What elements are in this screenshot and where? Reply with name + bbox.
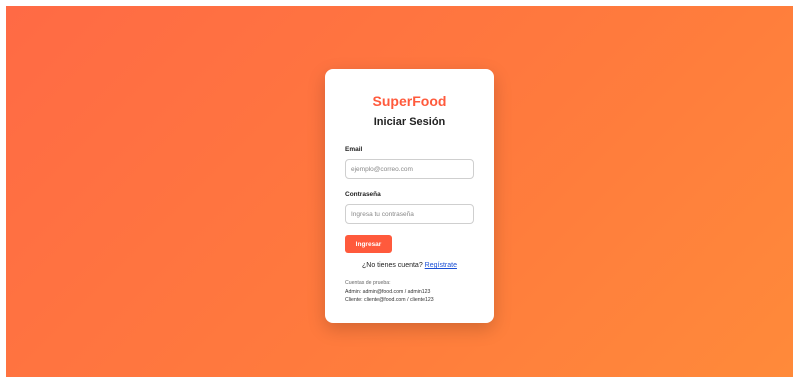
test-account-admin: Admin: admin@food.com / admin123 xyxy=(345,288,431,295)
test-account-client: Cliente: cliente@food.com / cliente123 xyxy=(345,297,434,303)
email-field[interactable] xyxy=(345,159,474,179)
password-field[interactable] xyxy=(345,204,474,224)
page-background: SuperFood Iniciar Sesión Email Contraseñ… xyxy=(6,6,793,377)
test-accounts: Cuentas de prueba: Admin: admin@food.com… xyxy=(345,279,474,305)
password-label: Contraseña xyxy=(345,191,381,198)
register-prompt-text: ¿No tienes cuenta? xyxy=(362,262,423,269)
login-button[interactable]: Ingresar xyxy=(345,235,392,253)
test-accounts-heading: Cuentas de prueba: xyxy=(345,280,391,286)
login-card: SuperFood Iniciar Sesión Email Contraseñ… xyxy=(325,69,494,323)
register-link[interactable]: Regístrate xyxy=(425,262,457,269)
register-prompt: ¿No tienes cuenta? Regístrate xyxy=(345,261,474,270)
brand-logo-text: SuperFood xyxy=(372,93,447,109)
page-title: Iniciar Sesión xyxy=(373,116,446,128)
email-label: Email xyxy=(345,146,363,153)
